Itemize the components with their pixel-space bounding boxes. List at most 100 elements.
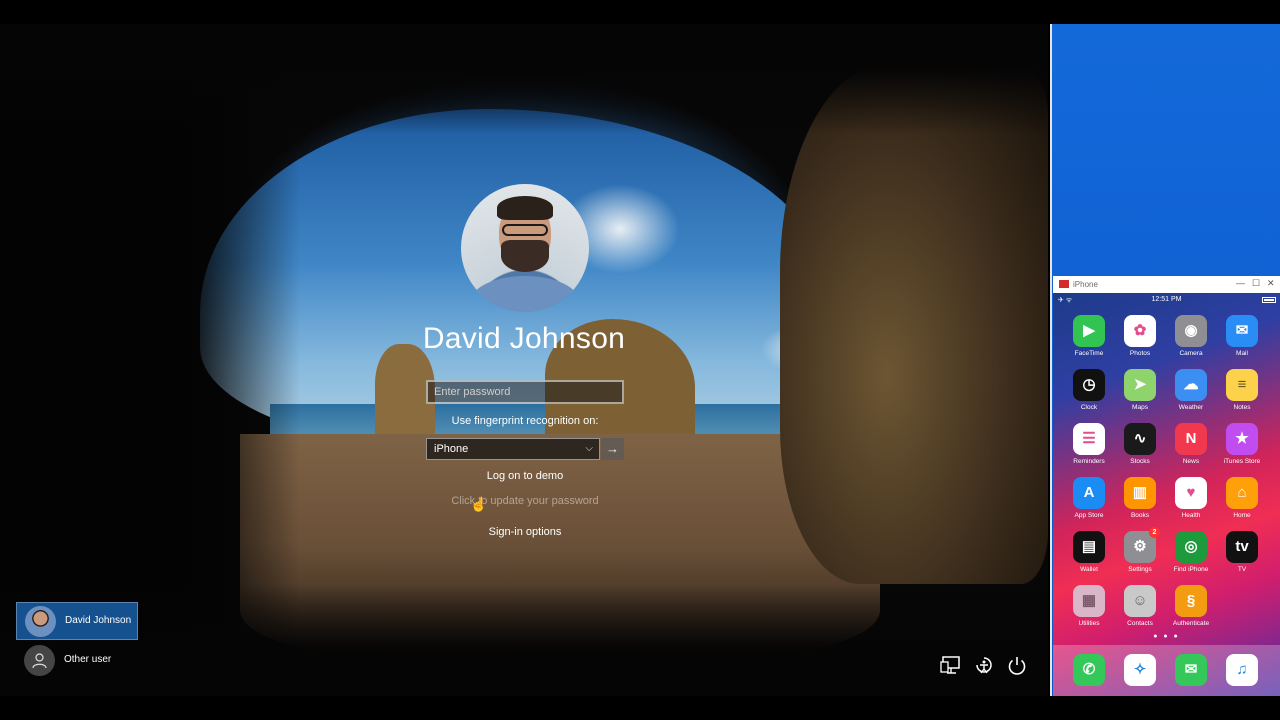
app-reminders[interactable]: ☰ Reminders <box>1063 423 1115 473</box>
app-health[interactable]: ♥ Health <box>1165 477 1217 527</box>
network-icon[interactable] <box>940 654 962 676</box>
app-tv[interactable]: tv TV <box>1216 531 1268 581</box>
dock-messages[interactable]: ✉ <box>1165 654 1217 696</box>
device-dropdown[interactable]: iPhone ⌵ <box>426 438 600 460</box>
status-time: 12:51 PM <box>1151 296 1182 303</box>
log-on-link[interactable]: Log on to demo <box>425 470 625 482</box>
sign-in-options-link[interactable]: Sign-in options <box>425 526 625 538</box>
safari-icon: ✧ <box>1124 654 1156 686</box>
minimize-icon[interactable]: — <box>1236 278 1245 288</box>
app-wallet[interactable]: ▤ Wallet <box>1063 531 1115 581</box>
utilities-folder-icon: ▦ <box>1073 585 1105 617</box>
notes-icon: ≡ <box>1226 369 1258 401</box>
app-label: Reminders <box>1073 458 1105 465</box>
reminders-icon: ☰ <box>1073 423 1105 455</box>
iphone-home-screen: ✈ ᯤ 12:51 PM ▶ FaceTime ✿ Photos ◉ Camera ✉ Mai… <box>1053 293 1280 696</box>
home-icon: ⌂ <box>1226 477 1258 509</box>
dock-music[interactable]: ♫ <box>1216 654 1268 696</box>
photos-icon: ✿ <box>1124 315 1156 347</box>
ease-of-access-icon[interactable] <box>973 654 995 676</box>
power-icon[interactable] <box>1006 654 1028 676</box>
app-home[interactable]: ⌂ Home <box>1216 477 1268 527</box>
notification-badge: 2 <box>1149 527 1160 538</box>
news-icon: N <box>1175 423 1207 455</box>
app-label: FaceTime <box>1074 350 1104 357</box>
user-tile-david-johnson[interactable]: David Johnson <box>16 602 138 640</box>
window-titlebar[interactable]: iPhone — ☐ ✕ <box>1053 276 1280 293</box>
avatar-glasses <box>502 224 548 236</box>
mail-icon: ✉ <box>1226 315 1258 347</box>
windows-lock-screen: David Johnson Use fingerprint recognitio… <box>0 24 1048 696</box>
status-bar: ✈ ᯤ 12:51 PM <box>1053 293 1280 307</box>
user-tile-other-user[interactable]: Other user <box>16 642 138 680</box>
close-icon[interactable]: ✕ <box>1267 278 1275 289</box>
avatar-hair <box>497 196 553 220</box>
settings-icon: ⚙ 2 <box>1124 527 1160 563</box>
app-contacts[interactable]: ☺ Contacts <box>1114 585 1166 635</box>
app-store-icon: A <box>1073 477 1105 509</box>
background-cave-wall <box>780 64 1048 584</box>
app-photos[interactable]: ✿ Photos <box>1114 315 1166 365</box>
iphone-mirror-window[interactable]: iPhone — ☐ ✕ ✈ ᯤ 12:51 PM ▶ FaceTime ✿ Phot… <box>1053 276 1280 696</box>
clock-icon: ◷ <box>1073 369 1105 401</box>
app-label: App Store <box>1074 512 1104 519</box>
books-icon: ▥ <box>1124 477 1156 509</box>
app-label: Photos <box>1129 350 1151 357</box>
authenticate-icon: § <box>1175 585 1207 617</box>
health-icon: ♥ <box>1175 477 1207 509</box>
user-tile-name: Other user <box>64 654 112 665</box>
window-title: iPhone <box>1073 280 1098 289</box>
app-notes[interactable]: ≡ Notes <box>1216 369 1268 419</box>
app-label: Stocks <box>1130 458 1150 465</box>
contacts-icon: ☺ <box>1124 585 1156 617</box>
app-label: Find iPhone <box>1173 566 1209 573</box>
maximize-icon[interactable]: ☐ <box>1252 278 1260 289</box>
app-weather[interactable]: ☁ Weather <box>1165 369 1217 419</box>
app-label: Home <box>1233 512 1251 519</box>
app-logo-icon <box>1059 280 1069 288</box>
background-cave-ceiling <box>0 24 1048 134</box>
app-stocks[interactable]: ∿ Stocks <box>1114 423 1166 473</box>
app-label: iTunes Store <box>1223 458 1261 465</box>
app-label: Books <box>1130 512 1150 519</box>
app-settings[interactable]: ⚙ 2 Settings <box>1114 527 1166 581</box>
weather-icon: ☁ <box>1175 369 1207 401</box>
app-find-iphone[interactable]: ◎ Find iPhone <box>1165 531 1217 581</box>
user-icon <box>24 645 55 676</box>
app-utilities[interactable]: ▦ Utilities <box>1063 585 1115 635</box>
password-input[interactable] <box>426 380 624 404</box>
app-news[interactable]: N News <box>1165 423 1217 473</box>
device-dropdown-value: iPhone <box>434 443 469 455</box>
camera-icon: ◉ <box>1175 315 1207 347</box>
page-indicator: ● ● ● <box>1153 633 1180 640</box>
app-itunes-store[interactable]: ★ iTunes Store <box>1216 423 1268 473</box>
arrow-right-icon: → <box>606 441 619 456</box>
app-camera[interactable]: ◉ Camera <box>1165 315 1217 365</box>
stocks-icon: ∿ <box>1124 423 1156 455</box>
app-authenticate[interactable]: § Authenticate <box>1165 585 1217 635</box>
screen: David Johnson Use fingerprint recognitio… <box>0 0 1280 720</box>
app-label: Contacts <box>1127 620 1153 627</box>
app-label: Notes <box>1233 404 1251 411</box>
find-iphone-icon: ◎ <box>1175 531 1207 563</box>
music-icon: ♫ <box>1226 654 1258 686</box>
update-password-link[interactable]: Click to update your password <box>405 495 645 507</box>
app-books[interactable]: ▥ Books <box>1114 477 1166 527</box>
dock: ✆ ✧ ✉ ♫ <box>1053 645 1280 696</box>
app-label: Health <box>1181 512 1201 519</box>
app-label: Utilities <box>1078 620 1100 627</box>
submit-arrow-button[interactable]: → <box>601 438 624 460</box>
app-app-store[interactable]: A App Store <box>1063 477 1115 527</box>
app-maps[interactable]: ➤ Maps <box>1114 369 1166 419</box>
app-label: Maps <box>1132 404 1148 411</box>
fingerprint-label: Use fingerprint recognition on: <box>451 415 599 427</box>
itunes-store-icon: ★ <box>1226 423 1258 455</box>
user-avatar <box>461 184 589 312</box>
app-clock[interactable]: ◷ Clock <box>1063 369 1115 419</box>
dock-phone[interactable]: ✆ <box>1063 654 1115 696</box>
background-cave-floor <box>0 584 1048 696</box>
dock-safari[interactable]: ✧ <box>1114 654 1166 696</box>
app-label: Wallet <box>1080 566 1098 573</box>
app-mail[interactable]: ✉ Mail <box>1216 315 1268 365</box>
app-facetime[interactable]: ▶ FaceTime <box>1063 315 1115 365</box>
